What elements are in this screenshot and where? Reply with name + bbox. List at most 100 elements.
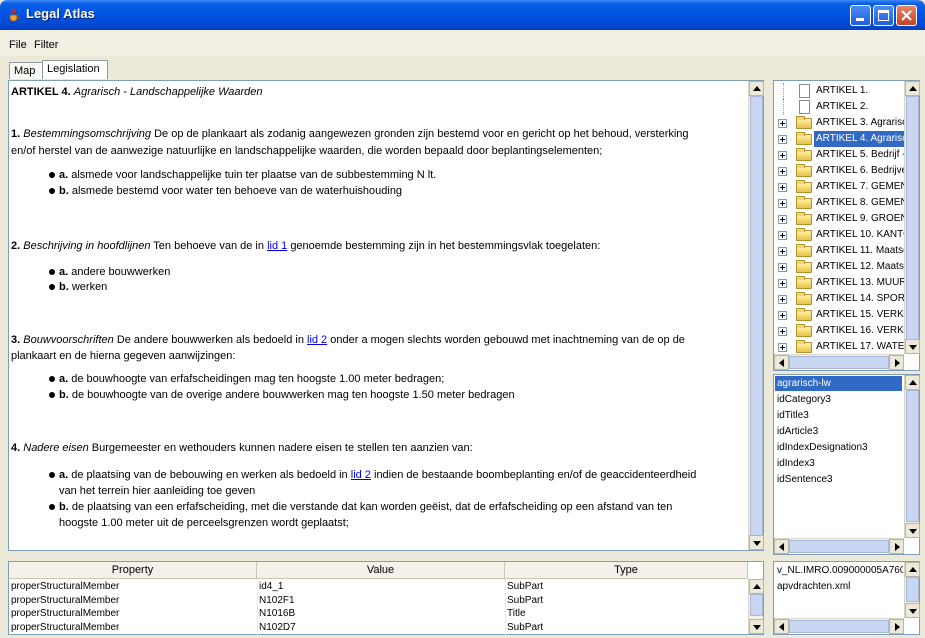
column-header-type[interactable]: Type — [505, 562, 748, 579]
scroll-down-button[interactable] — [749, 535, 764, 550]
scroll-thumb[interactable] — [789, 356, 889, 369]
tree-item[interactable]: ARTIKEL 4. Agrarisc — [774, 131, 910, 147]
properties-table[interactable]: Property Value Type properStructuralMemb… — [8, 561, 764, 635]
tree-item[interactable]: ARTIKEL 8. GEMENG — [774, 195, 915, 211]
scroll-down-button[interactable] — [905, 339, 920, 354]
table-cell[interactable]: SubPart — [507, 621, 543, 634]
expand-icon[interactable] — [778, 119, 787, 128]
list-item[interactable]: idIndex3 — [775, 456, 815, 471]
files-hscrollbar[interactable] — [774, 618, 904, 634]
expand-icon[interactable] — [778, 183, 787, 192]
close-button[interactable] — [896, 5, 917, 26]
scroll-down-button[interactable] — [749, 619, 764, 634]
list-item[interactable]: idArticle3 — [775, 424, 818, 439]
title-bar[interactable] — [0, 0, 925, 30]
tree-item[interactable]: ARTIKEL 7. GEMENG — [774, 179, 915, 195]
expand-icon[interactable] — [778, 215, 787, 224]
lid-link[interactable]: lid 2 — [307, 334, 327, 346]
table-cell[interactable]: N102D7 — [259, 621, 296, 634]
expand-icon[interactable] — [778, 343, 787, 352]
table-scrollbar[interactable] — [748, 579, 764, 634]
tree-item[interactable]: ARTIKEL 16. VERKE — [774, 323, 911, 339]
table-cell[interactable]: properStructuralMember — [11, 607, 119, 620]
list-item[interactable]: agrarisch-lw — [775, 376, 902, 391]
table-cell[interactable]: properStructuralMember — [11, 621, 119, 634]
expand-icon[interactable] — [778, 263, 787, 272]
table-cell[interactable]: SubPart — [507, 594, 543, 607]
scroll-thumb[interactable] — [906, 96, 919, 341]
table-cell[interactable]: SubPart — [507, 580, 543, 593]
expand-icon[interactable] — [778, 151, 787, 160]
tree-item[interactable]: ARTIKEL 10. KANTO — [774, 227, 911, 243]
scroll-down-button[interactable] — [905, 603, 920, 618]
expand-icon[interactable] — [778, 279, 787, 288]
scroll-up-button[interactable] — [749, 579, 764, 594]
tree-item[interactable]: ARTIKEL 3. Agrarisc — [774, 115, 907, 131]
table-cell[interactable]: Title — [507, 607, 526, 620]
scroll-thumb[interactable] — [750, 96, 763, 536]
scroll-up-button[interactable] — [905, 375, 920, 390]
doc-scrollbar[interactable] — [748, 81, 764, 550]
tree-item[interactable]: ARTIKEL 14. SPORT — [774, 291, 911, 307]
minimize-button[interactable] — [850, 5, 871, 26]
scroll-thumb[interactable] — [750, 594, 763, 616]
source-file-list[interactable]: v_NL.IMRO.009000005A760 apvdrachten.xml — [773, 561, 920, 635]
expand-icon[interactable] — [778, 135, 787, 144]
scroll-up-button[interactable] — [905, 81, 920, 96]
file-item[interactable]: v_NL.IMRO.009000005A760 — [775, 563, 903, 578]
tree-item[interactable]: ARTIKEL 5. Bedrijf - — [774, 147, 905, 163]
scroll-left-button[interactable] — [774, 619, 789, 634]
expand-icon[interactable] — [778, 231, 787, 240]
list-item[interactable]: idSentence3 — [775, 472, 833, 487]
scroll-up-button[interactable] — [749, 81, 764, 96]
legislation-text-pane[interactable]: ARTIKEL 4. Agrarisch - Landschappelijke … — [8, 80, 764, 551]
scroll-left-button[interactable] — [774, 539, 789, 554]
article-tree[interactable]: ARTIKEL 1. ARTIKEL 2. ARTIKEL 3. Agrarisc A… — [773, 80, 920, 371]
tree-item[interactable]: ARTIKEL 15. VERKE — [774, 307, 911, 323]
scroll-thumb[interactable] — [906, 390, 919, 522]
expand-icon[interactable] — [778, 199, 787, 208]
maximize-button[interactable] — [873, 5, 894, 26]
tab-legislation[interactable]: Legislation — [42, 60, 108, 79]
column-header-value[interactable]: Value — [257, 562, 505, 579]
scroll-right-button[interactable] — [889, 619, 904, 634]
scroll-right-button[interactable] — [889, 539, 904, 554]
scroll-left-button[interactable] — [774, 355, 789, 370]
scroll-thumb[interactable] — [789, 540, 889, 553]
list-item[interactable]: idCategory3 — [775, 392, 831, 407]
tree-hscrollbar[interactable] — [774, 354, 904, 370]
list-item[interactable]: idTitle3 — [775, 408, 809, 423]
tree-item[interactable]: ARTIKEL 11. Maatsc — [774, 243, 908, 259]
expand-icon[interactable] — [778, 327, 787, 336]
menu-file[interactable]: File — [9, 39, 27, 51]
list-hscrollbar[interactable] — [774, 538, 904, 554]
table-cell[interactable]: properStructuralMember — [11, 594, 119, 607]
tab-map[interactable]: Map — [9, 62, 43, 79]
tree-item[interactable]: ARTIKEL 12. Maatsc — [774, 259, 909, 275]
scroll-thumb[interactable] — [906, 577, 919, 602]
scroll-up-button[interactable] — [905, 562, 920, 577]
tree-item[interactable]: ARTIKEL 1. — [774, 83, 904, 99]
tree-item[interactable]: ARTIKEL 6. Bedrijve — [774, 163, 907, 179]
column-header-property[interactable]: Property — [9, 562, 257, 579]
tree-item[interactable]: ARTIKEL 9. GROEN — [774, 211, 908, 227]
identifier-list[interactable]: agrarisch-lw idCategory3 idTitle3 idArticle… — [773, 374, 920, 555]
list-vscrollbar[interactable] — [904, 375, 920, 538]
tree-item[interactable]: ARTIKEL 13. MUUR — [774, 275, 907, 291]
tree-vscrollbar[interactable] — [904, 81, 920, 354]
expand-icon[interactable] — [778, 311, 787, 320]
file-item[interactable]: apvdrachten.xml — [775, 579, 850, 594]
expand-icon[interactable] — [778, 247, 787, 256]
scroll-right-button[interactable] — [889, 355, 904, 370]
files-vscrollbar[interactable] — [904, 562, 920, 618]
tree-item[interactable]: ARTIKEL 17. WATEI — [774, 339, 907, 355]
scroll-down-button[interactable] — [905, 523, 920, 538]
menu-filter[interactable]: Filter — [34, 39, 58, 51]
table-cell[interactable]: N102F1 — [259, 594, 295, 607]
expand-icon[interactable] — [778, 295, 787, 304]
tree-item[interactable]: ARTIKEL 2. — [774, 99, 904, 115]
lid-link[interactable]: lid 1 — [267, 240, 287, 252]
expand-icon[interactable] — [778, 167, 787, 176]
table-cell[interactable]: properStructuralMember — [11, 580, 119, 593]
list-item[interactable]: idIndexDesignation3 — [775, 440, 868, 455]
